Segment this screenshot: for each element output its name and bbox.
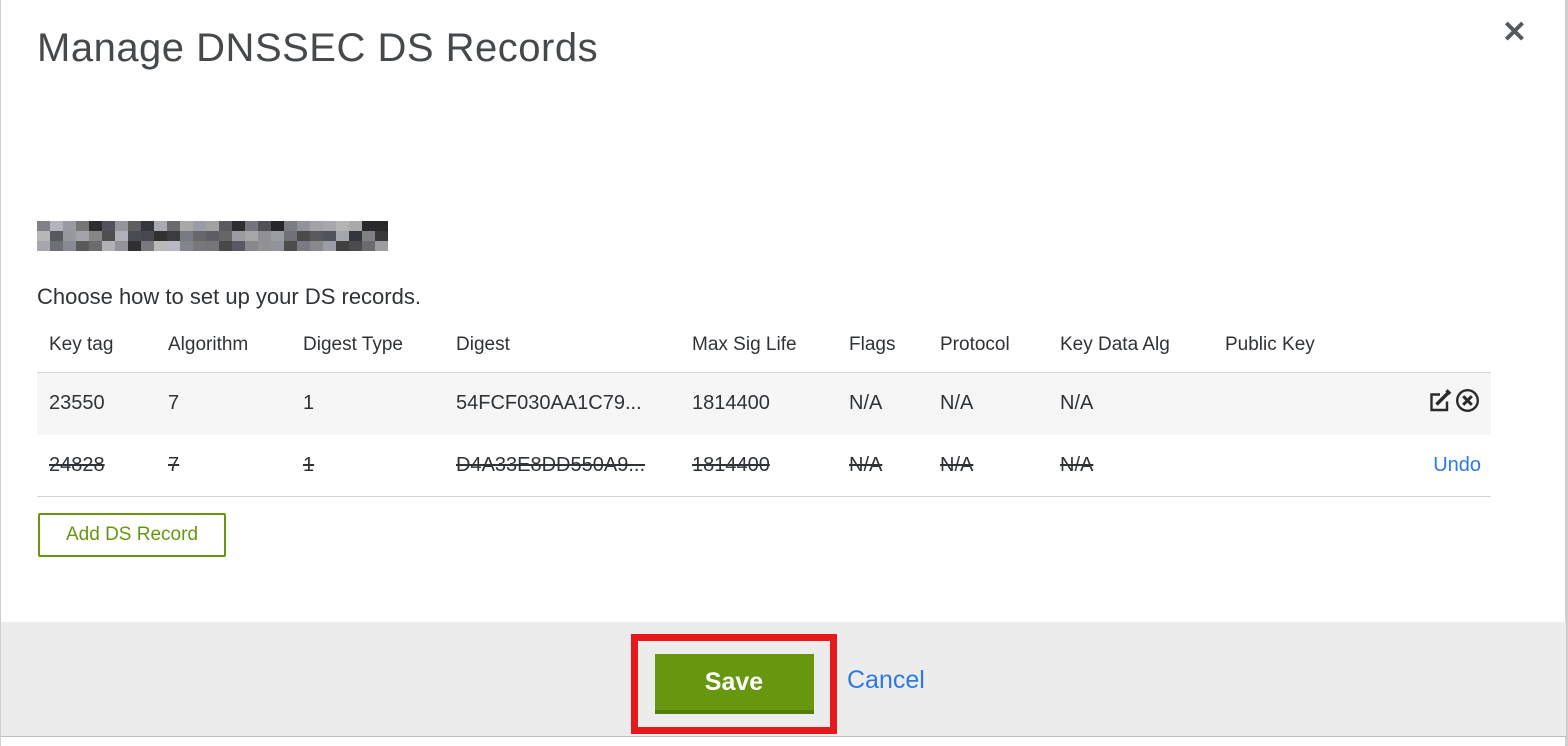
cell-max-sig-life: 1814400 [692, 392, 770, 415]
edit-icon[interactable] [1426, 387, 1453, 414]
cell-digest: 54FCF030AA1C79... [456, 392, 642, 415]
ds-records-table: Key tag Algorithm Digest Type Digest Max… [37, 328, 1491, 497]
column-header-public-key: Public Key [1225, 334, 1315, 355]
dnssec-ds-records-modal: Manage DNSSEC DS Records ✕ Choose how to… [0, 0, 1568, 746]
undo-link[interactable]: Undo [1433, 454, 1481, 476]
annotation-red-box: Save [631, 634, 837, 734]
cell-algorithm: 7 [168, 392, 180, 415]
column-header-key-tag: Key tag [49, 334, 114, 355]
cell-digest: D4A33E8DD550A9... [456, 453, 646, 476]
cell-flags: N/A [849, 392, 883, 415]
row-actions: Undo [1373, 435, 1491, 497]
cell-digest-type: 1 [303, 392, 315, 415]
column-header-actions [1373, 328, 1491, 373]
cancel-link[interactable]: Cancel [847, 666, 925, 695]
table-row: 23550 7 1 54FCF030AA1C79... 1814400 N/A … [37, 372, 1491, 435]
redacted-domain-name [37, 221, 388, 251]
table-header-row: Key tag Algorithm Digest Type Digest Max… [37, 328, 1491, 373]
cell-key-tag: 23550 [49, 392, 105, 415]
cell-flags: N/A [849, 453, 883, 476]
page-title: Manage DNSSEC DS Records [37, 26, 599, 70]
column-header-digest-type: Digest Type [303, 334, 403, 355]
save-button[interactable]: Save [654, 654, 814, 714]
delete-icon[interactable] [1454, 387, 1481, 414]
instruction-text: Choose how to set up your DS records. [37, 284, 421, 309]
add-ds-record-button[interactable]: Add DS Record [38, 513, 227, 557]
cell-key-data-alg: N/A [1060, 453, 1094, 476]
column-header-digest: Digest [456, 334, 510, 355]
column-header-max-sig-life: Max Sig Life [692, 334, 797, 355]
cell-max-sig-life: 1814400 [692, 453, 770, 476]
cell-key-data-alg: N/A [1060, 392, 1094, 415]
table-row: 24828 7 1 D4A33E8DD550A9... 1814400 N/A … [37, 435, 1491, 497]
modal-footer: Save Cancel [1, 622, 1566, 737]
row-actions [1373, 373, 1491, 435]
column-header-key-data-alg: Key Data Alg [1060, 334, 1170, 355]
close-icon[interactable]: ✕ [1502, 18, 1527, 48]
column-header-flags: Flags [849, 334, 896, 355]
cell-algorithm: 7 [168, 453, 180, 476]
cell-public-key [1213, 373, 1373, 435]
cell-protocol: N/A [940, 453, 974, 476]
cell-public-key [1213, 435, 1373, 497]
column-header-algorithm: Algorithm [168, 334, 249, 355]
cell-protocol: N/A [940, 392, 974, 415]
cell-key-tag: 24828 [49, 453, 105, 476]
cell-digest-type: 1 [303, 453, 315, 476]
column-header-protocol: Protocol [940, 334, 1010, 355]
